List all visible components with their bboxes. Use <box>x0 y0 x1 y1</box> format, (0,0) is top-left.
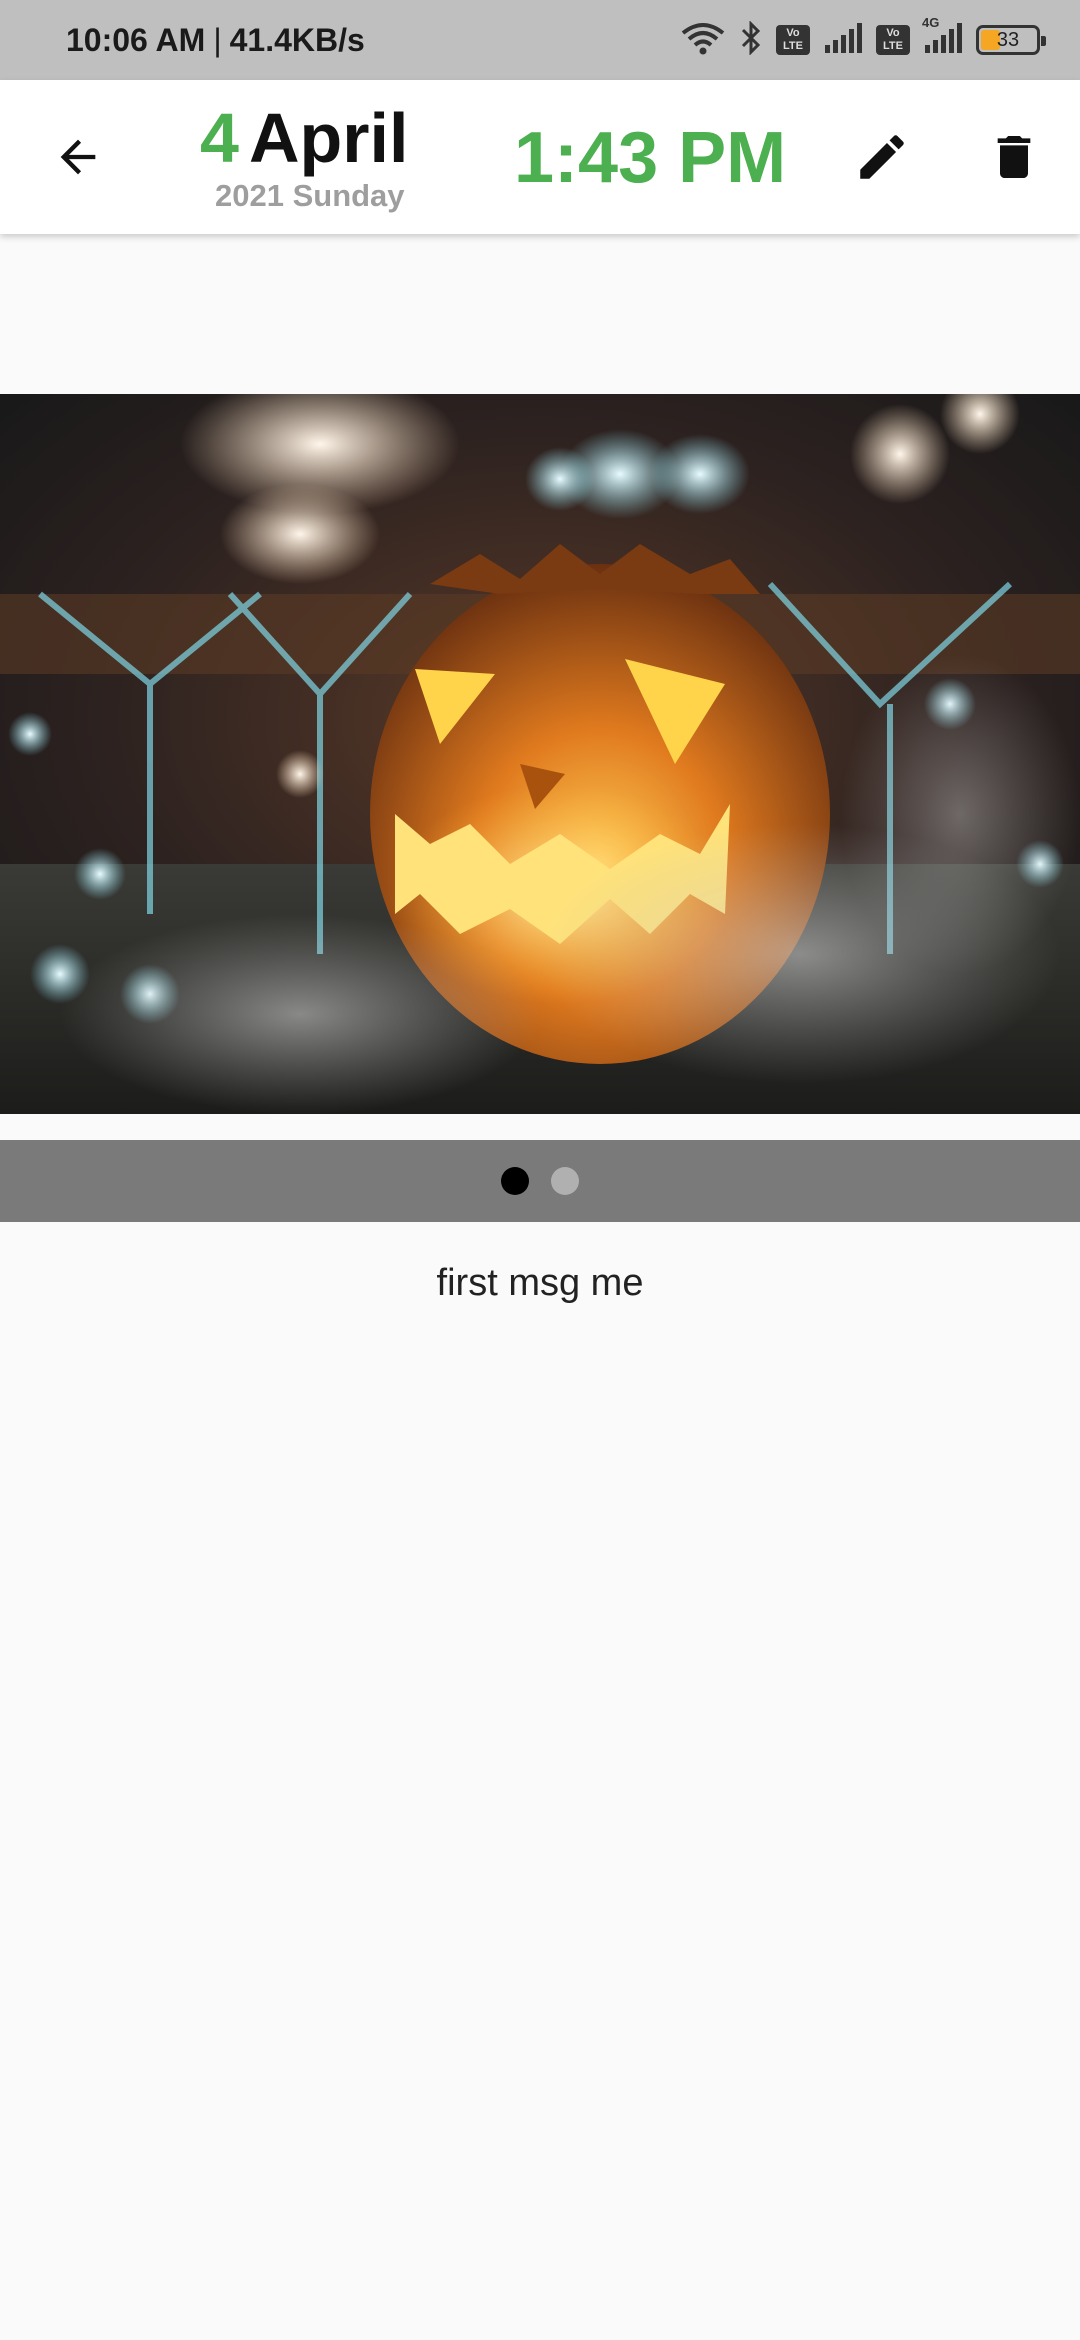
delete-button[interactable] <box>974 117 1054 197</box>
edit-pencil-icon <box>860 135 904 179</box>
status-time: 10:06 AM <box>66 21 206 58</box>
battery-level: 33 <box>996 28 1020 51</box>
edit-button[interactable] <box>842 117 922 197</box>
note-photo[interactable] <box>0 394 1080 1114</box>
date-day: 4 <box>200 99 239 177</box>
page-dot-active[interactable] <box>501 1167 529 1195</box>
app-bar: 4 April 2021 Sunday 1:43 PM <box>0 80 1080 234</box>
bluetooth-icon <box>740 19 762 60</box>
volte-icon-2: Vo LTE <box>876 25 910 55</box>
status-left: 10:06 AM | 41.4KB/s <box>66 0 365 80</box>
wifi-icon <box>680 21 726 60</box>
trash-icon <box>997 136 1031 178</box>
status-bar: 10:06 AM | 41.4KB/s Vo LTE Vo LTE 4G 33 <box>0 0 1080 80</box>
back-button[interactable] <box>38 117 118 197</box>
signal-icon <box>824 22 862 58</box>
time-display: 1:43 PM <box>514 118 787 198</box>
status-separator: | <box>213 21 222 58</box>
volte-icon: Vo LTE <box>776 25 810 55</box>
date-main: 4 April <box>200 98 430 178</box>
battery-icon: 33 <box>976 25 1046 55</box>
back-arrow-icon <box>60 139 96 175</box>
network-type-label: 4G <box>922 14 940 30</box>
page-dot[interactable] <box>551 1167 579 1195</box>
page-indicator <box>0 1140 1080 1222</box>
status-icons: Vo LTE Vo LTE 4G 33 <box>680 0 1046 80</box>
network-speed: 41.4KB/s <box>229 21 365 58</box>
note-text: first msg me <box>436 1262 644 1304</box>
date-year-weekday: 2021 Sunday <box>215 178 405 213</box>
date-month: April <box>248 99 409 177</box>
date-display: 4 April 2021 Sunday <box>200 98 430 214</box>
halloween-pumpkin-image <box>0 394 1080 1114</box>
signal-icon-2: 4G <box>922 15 962 58</box>
